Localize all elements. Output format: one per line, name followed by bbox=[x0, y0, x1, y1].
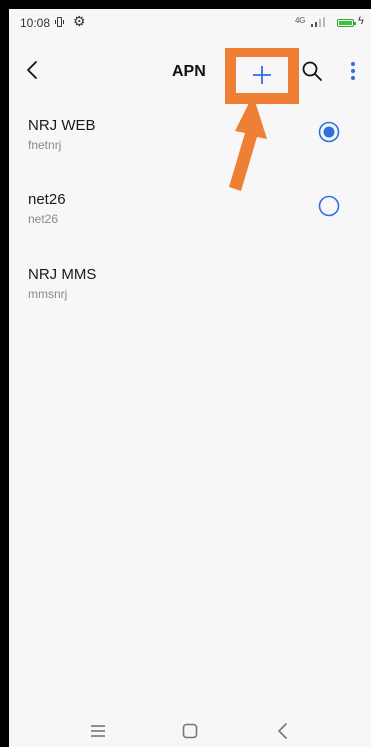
chevron-left-icon[interactable] bbox=[21, 57, 45, 83]
gear-icon: ⚙ bbox=[73, 13, 86, 29]
apn-name: NRJ MMS bbox=[28, 266, 97, 283]
back-icon[interactable] bbox=[273, 721, 293, 741]
plus-icon bbox=[253, 66, 271, 84]
status-time: 10:08 bbox=[20, 16, 51, 30]
more-vertical-icon[interactable] bbox=[349, 61, 357, 81]
radio-unselected-icon[interactable] bbox=[318, 195, 340, 217]
menu-icon[interactable] bbox=[88, 721, 108, 741]
page-title: APN bbox=[172, 63, 206, 80]
apn-value: net26 bbox=[28, 212, 59, 226]
home-icon[interactable] bbox=[180, 721, 200, 741]
toolbar: APN bbox=[9, 43, 371, 104]
apn-name: net26 bbox=[28, 191, 66, 208]
search-icon[interactable] bbox=[301, 60, 323, 82]
radio-selected-icon[interactable] bbox=[318, 121, 340, 143]
navigation-bar bbox=[9, 713, 371, 747]
signal-icon bbox=[311, 17, 325, 27]
network-type: 4G bbox=[295, 16, 306, 25]
battery-icon bbox=[337, 19, 356, 27]
apn-item-net26[interactable]: net26 net26 bbox=[9, 191, 371, 251]
status-bar: 10:08 ⚙ 4G ϟ bbox=[9, 9, 371, 35]
charging-icon: ϟ bbox=[358, 15, 364, 27]
phone-screen: 10:08 ⚙ 4G ϟ APN NRJ WEB fnetnrj net26 n… bbox=[9, 9, 371, 747]
add-apn-button[interactable] bbox=[236, 57, 288, 93]
vibrate-icon bbox=[55, 17, 64, 27]
apn-value: mmsnrj bbox=[28, 287, 68, 301]
apn-item-nrj-mms[interactable]: NRJ MMS mmsnrj bbox=[9, 266, 371, 326]
apn-name: NRJ WEB bbox=[28, 117, 96, 134]
apn-value: fnetnrj bbox=[28, 138, 62, 152]
apn-item-nrj-web[interactable]: NRJ WEB fnetnrj bbox=[9, 117, 371, 177]
